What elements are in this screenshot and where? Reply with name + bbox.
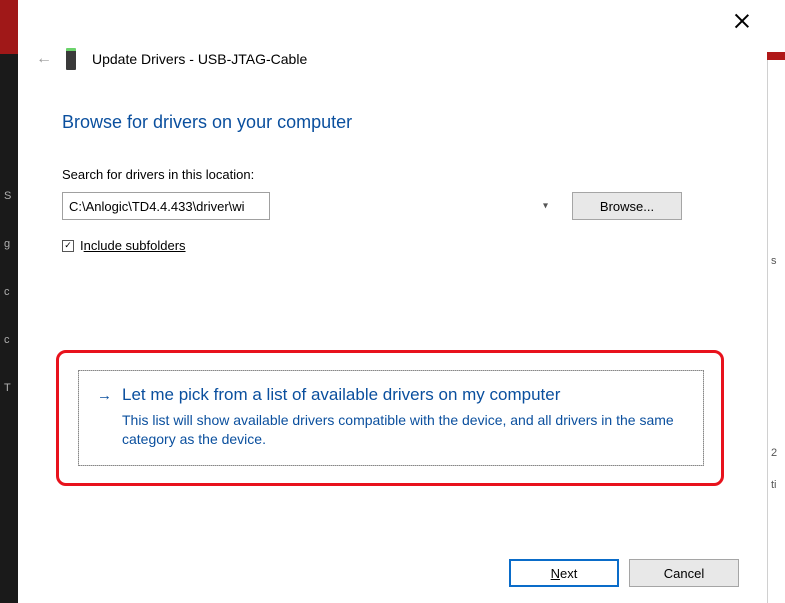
- title-prefix: Update Drivers -: [92, 51, 198, 67]
- title-device: USB-JTAG-Cable: [198, 51, 307, 67]
- pick-from-list-command-link[interactable]: → Let me pick from a list of available d…: [78, 370, 704, 466]
- search-path-input[interactable]: [62, 192, 270, 220]
- dialog-footer: Next Cancel: [509, 559, 739, 587]
- background-app-right: s2ti: [767, 60, 785, 603]
- include-subfolders-checkbox[interactable]: ✓: [62, 240, 74, 252]
- cancel-button[interactable]: Cancel: [629, 559, 739, 587]
- close-icon[interactable]: [733, 12, 751, 30]
- search-section: Search for drivers in this location: ▾ B…: [62, 167, 682, 253]
- page-heading: Browse for drivers on your computer: [62, 112, 767, 133]
- back-arrow-icon[interactable]: ←: [36, 52, 50, 66]
- command-link-title: Let me pick from a list of available dri…: [122, 385, 560, 405]
- device-icon: [66, 48, 76, 70]
- arrow-right-icon: →: [97, 387, 112, 404]
- background-app-strip: [0, 0, 18, 54]
- dialog-header: ← Update Drivers - USB-JTAG-Cable: [18, 0, 767, 70]
- background-app-strip: [767, 52, 785, 60]
- browse-button[interactable]: Browse...: [572, 192, 682, 220]
- chevron-down-icon: ▾: [543, 201, 548, 212]
- update-drivers-dialog: ← Update Drivers - USB-JTAG-Cable Browse…: [18, 0, 767, 603]
- search-path-label: Search for drivers in this location:: [62, 167, 682, 182]
- command-link-description: This list will show available drivers co…: [122, 411, 683, 449]
- dialog-title: Update Drivers - USB-JTAG-Cable: [92, 51, 307, 67]
- include-subfolders-label: Include subfolders: [80, 238, 186, 253]
- path-combobox[interactable]: ▾: [62, 192, 556, 220]
- next-button[interactable]: Next: [509, 559, 619, 587]
- background-app-sidebar: SgccT: [0, 54, 18, 603]
